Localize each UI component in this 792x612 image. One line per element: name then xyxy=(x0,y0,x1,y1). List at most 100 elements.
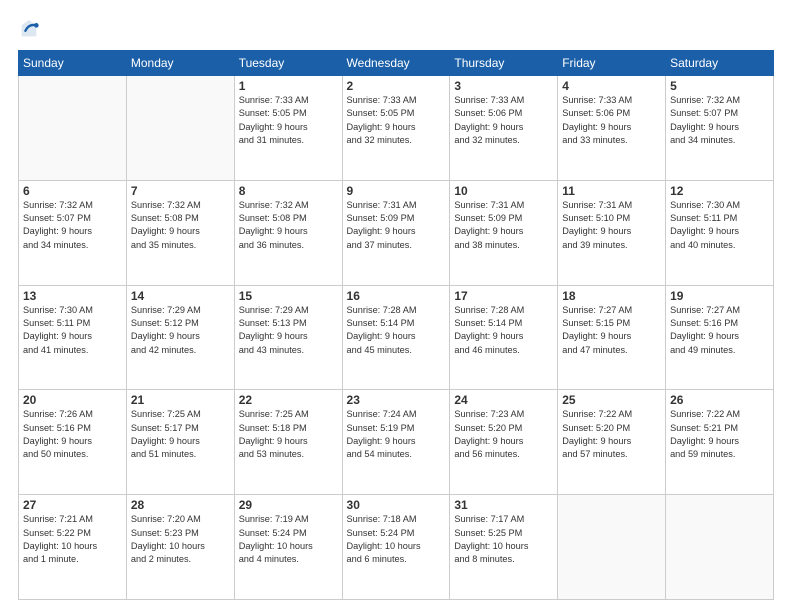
calendar-table: SundayMondayTuesdayWednesdayThursdayFrid… xyxy=(18,50,774,600)
day-info: Sunrise: 7:19 AM Sunset: 5:24 PM Dayligh… xyxy=(239,513,338,566)
calendar-week-row: 13Sunrise: 7:30 AM Sunset: 5:11 PM Dayli… xyxy=(19,285,774,390)
header xyxy=(18,18,774,40)
day-number: 24 xyxy=(454,393,553,407)
calendar-cell: 18Sunrise: 7:27 AM Sunset: 5:15 PM Dayli… xyxy=(558,285,666,390)
day-info: Sunrise: 7:26 AM Sunset: 5:16 PM Dayligh… xyxy=(23,408,122,461)
day-number: 10 xyxy=(454,184,553,198)
calendar-cell: 20Sunrise: 7:26 AM Sunset: 5:16 PM Dayli… xyxy=(19,390,127,495)
calendar-week-row: 6Sunrise: 7:32 AM Sunset: 5:07 PM Daylig… xyxy=(19,180,774,285)
day-number: 13 xyxy=(23,289,122,303)
calendar-cell: 7Sunrise: 7:32 AM Sunset: 5:08 PM Daylig… xyxy=(126,180,234,285)
calendar-cell: 31Sunrise: 7:17 AM Sunset: 5:25 PM Dayli… xyxy=(450,495,558,600)
day-number: 11 xyxy=(562,184,661,198)
day-info: Sunrise: 7:22 AM Sunset: 5:21 PM Dayligh… xyxy=(670,408,769,461)
day-info: Sunrise: 7:25 AM Sunset: 5:18 PM Dayligh… xyxy=(239,408,338,461)
day-info: Sunrise: 7:32 AM Sunset: 5:07 PM Dayligh… xyxy=(23,199,122,252)
calendar-week-row: 20Sunrise: 7:26 AM Sunset: 5:16 PM Dayli… xyxy=(19,390,774,495)
day-info: Sunrise: 7:33 AM Sunset: 5:05 PM Dayligh… xyxy=(239,94,338,147)
logo-icon xyxy=(18,18,40,40)
day-number: 4 xyxy=(562,79,661,93)
day-number: 27 xyxy=(23,498,122,512)
weekday-header: Saturday xyxy=(666,51,774,76)
calendar-cell: 10Sunrise: 7:31 AM Sunset: 5:09 PM Dayli… xyxy=(450,180,558,285)
calendar-cell: 21Sunrise: 7:25 AM Sunset: 5:17 PM Dayli… xyxy=(126,390,234,495)
day-number: 25 xyxy=(562,393,661,407)
weekday-header: Monday xyxy=(126,51,234,76)
calendar-cell: 2Sunrise: 7:33 AM Sunset: 5:05 PM Daylig… xyxy=(342,76,450,181)
day-info: Sunrise: 7:22 AM Sunset: 5:20 PM Dayligh… xyxy=(562,408,661,461)
day-number: 2 xyxy=(347,79,446,93)
calendar-cell: 8Sunrise: 7:32 AM Sunset: 5:08 PM Daylig… xyxy=(234,180,342,285)
day-info: Sunrise: 7:25 AM Sunset: 5:17 PM Dayligh… xyxy=(131,408,230,461)
day-number: 29 xyxy=(239,498,338,512)
calendar-cell: 25Sunrise: 7:22 AM Sunset: 5:20 PM Dayli… xyxy=(558,390,666,495)
day-info: Sunrise: 7:24 AM Sunset: 5:19 PM Dayligh… xyxy=(347,408,446,461)
calendar-cell: 29Sunrise: 7:19 AM Sunset: 5:24 PM Dayli… xyxy=(234,495,342,600)
day-number: 19 xyxy=(670,289,769,303)
calendar-cell: 30Sunrise: 7:18 AM Sunset: 5:24 PM Dayli… xyxy=(342,495,450,600)
day-info: Sunrise: 7:20 AM Sunset: 5:23 PM Dayligh… xyxy=(131,513,230,566)
day-info: Sunrise: 7:29 AM Sunset: 5:12 PM Dayligh… xyxy=(131,304,230,357)
day-number: 8 xyxy=(239,184,338,198)
weekday-header: Thursday xyxy=(450,51,558,76)
calendar-cell: 1Sunrise: 7:33 AM Sunset: 5:05 PM Daylig… xyxy=(234,76,342,181)
logo xyxy=(18,18,42,40)
calendar-cell xyxy=(19,76,127,181)
day-number: 5 xyxy=(670,79,769,93)
day-number: 20 xyxy=(23,393,122,407)
calendar-cell: 3Sunrise: 7:33 AM Sunset: 5:06 PM Daylig… xyxy=(450,76,558,181)
day-info: Sunrise: 7:30 AM Sunset: 5:11 PM Dayligh… xyxy=(670,199,769,252)
day-number: 23 xyxy=(347,393,446,407)
day-number: 17 xyxy=(454,289,553,303)
calendar-cell: 26Sunrise: 7:22 AM Sunset: 5:21 PM Dayli… xyxy=(666,390,774,495)
day-number: 18 xyxy=(562,289,661,303)
day-number: 31 xyxy=(454,498,553,512)
day-info: Sunrise: 7:23 AM Sunset: 5:20 PM Dayligh… xyxy=(454,408,553,461)
calendar-cell xyxy=(126,76,234,181)
day-info: Sunrise: 7:33 AM Sunset: 5:06 PM Dayligh… xyxy=(454,94,553,147)
day-number: 26 xyxy=(670,393,769,407)
calendar-cell: 27Sunrise: 7:21 AM Sunset: 5:22 PM Dayli… xyxy=(19,495,127,600)
day-number: 28 xyxy=(131,498,230,512)
day-number: 7 xyxy=(131,184,230,198)
calendar-cell: 5Sunrise: 7:32 AM Sunset: 5:07 PM Daylig… xyxy=(666,76,774,181)
calendar-cell xyxy=(666,495,774,600)
day-info: Sunrise: 7:18 AM Sunset: 5:24 PM Dayligh… xyxy=(347,513,446,566)
day-number: 14 xyxy=(131,289,230,303)
day-info: Sunrise: 7:21 AM Sunset: 5:22 PM Dayligh… xyxy=(23,513,122,566)
calendar-cell: 24Sunrise: 7:23 AM Sunset: 5:20 PM Dayli… xyxy=(450,390,558,495)
day-number: 12 xyxy=(670,184,769,198)
weekday-header: Sunday xyxy=(19,51,127,76)
calendar-cell: 22Sunrise: 7:25 AM Sunset: 5:18 PM Dayli… xyxy=(234,390,342,495)
day-info: Sunrise: 7:28 AM Sunset: 5:14 PM Dayligh… xyxy=(454,304,553,357)
calendar-cell: 12Sunrise: 7:30 AM Sunset: 5:11 PM Dayli… xyxy=(666,180,774,285)
day-info: Sunrise: 7:32 AM Sunset: 5:08 PM Dayligh… xyxy=(131,199,230,252)
day-number: 16 xyxy=(347,289,446,303)
day-info: Sunrise: 7:32 AM Sunset: 5:07 PM Dayligh… xyxy=(670,94,769,147)
day-number: 9 xyxy=(347,184,446,198)
calendar-cell: 4Sunrise: 7:33 AM Sunset: 5:06 PM Daylig… xyxy=(558,76,666,181)
day-info: Sunrise: 7:31 AM Sunset: 5:10 PM Dayligh… xyxy=(562,199,661,252)
day-number: 1 xyxy=(239,79,338,93)
calendar-cell: 14Sunrise: 7:29 AM Sunset: 5:12 PM Dayli… xyxy=(126,285,234,390)
calendar-cell: 9Sunrise: 7:31 AM Sunset: 5:09 PM Daylig… xyxy=(342,180,450,285)
weekday-header: Wednesday xyxy=(342,51,450,76)
calendar-cell: 28Sunrise: 7:20 AM Sunset: 5:23 PM Dayli… xyxy=(126,495,234,600)
page: SundayMondayTuesdayWednesdayThursdayFrid… xyxy=(0,0,792,612)
day-info: Sunrise: 7:31 AM Sunset: 5:09 PM Dayligh… xyxy=(347,199,446,252)
day-info: Sunrise: 7:28 AM Sunset: 5:14 PM Dayligh… xyxy=(347,304,446,357)
day-number: 21 xyxy=(131,393,230,407)
day-info: Sunrise: 7:31 AM Sunset: 5:09 PM Dayligh… xyxy=(454,199,553,252)
day-info: Sunrise: 7:33 AM Sunset: 5:06 PM Dayligh… xyxy=(562,94,661,147)
calendar-cell: 19Sunrise: 7:27 AM Sunset: 5:16 PM Dayli… xyxy=(666,285,774,390)
calendar-cell: 11Sunrise: 7:31 AM Sunset: 5:10 PM Dayli… xyxy=(558,180,666,285)
day-number: 15 xyxy=(239,289,338,303)
weekday-header: Friday xyxy=(558,51,666,76)
calendar-cell: 6Sunrise: 7:32 AM Sunset: 5:07 PM Daylig… xyxy=(19,180,127,285)
calendar-cell: 15Sunrise: 7:29 AM Sunset: 5:13 PM Dayli… xyxy=(234,285,342,390)
day-info: Sunrise: 7:32 AM Sunset: 5:08 PM Dayligh… xyxy=(239,199,338,252)
day-info: Sunrise: 7:30 AM Sunset: 5:11 PM Dayligh… xyxy=(23,304,122,357)
day-info: Sunrise: 7:17 AM Sunset: 5:25 PM Dayligh… xyxy=(454,513,553,566)
day-number: 30 xyxy=(347,498,446,512)
day-info: Sunrise: 7:33 AM Sunset: 5:05 PM Dayligh… xyxy=(347,94,446,147)
